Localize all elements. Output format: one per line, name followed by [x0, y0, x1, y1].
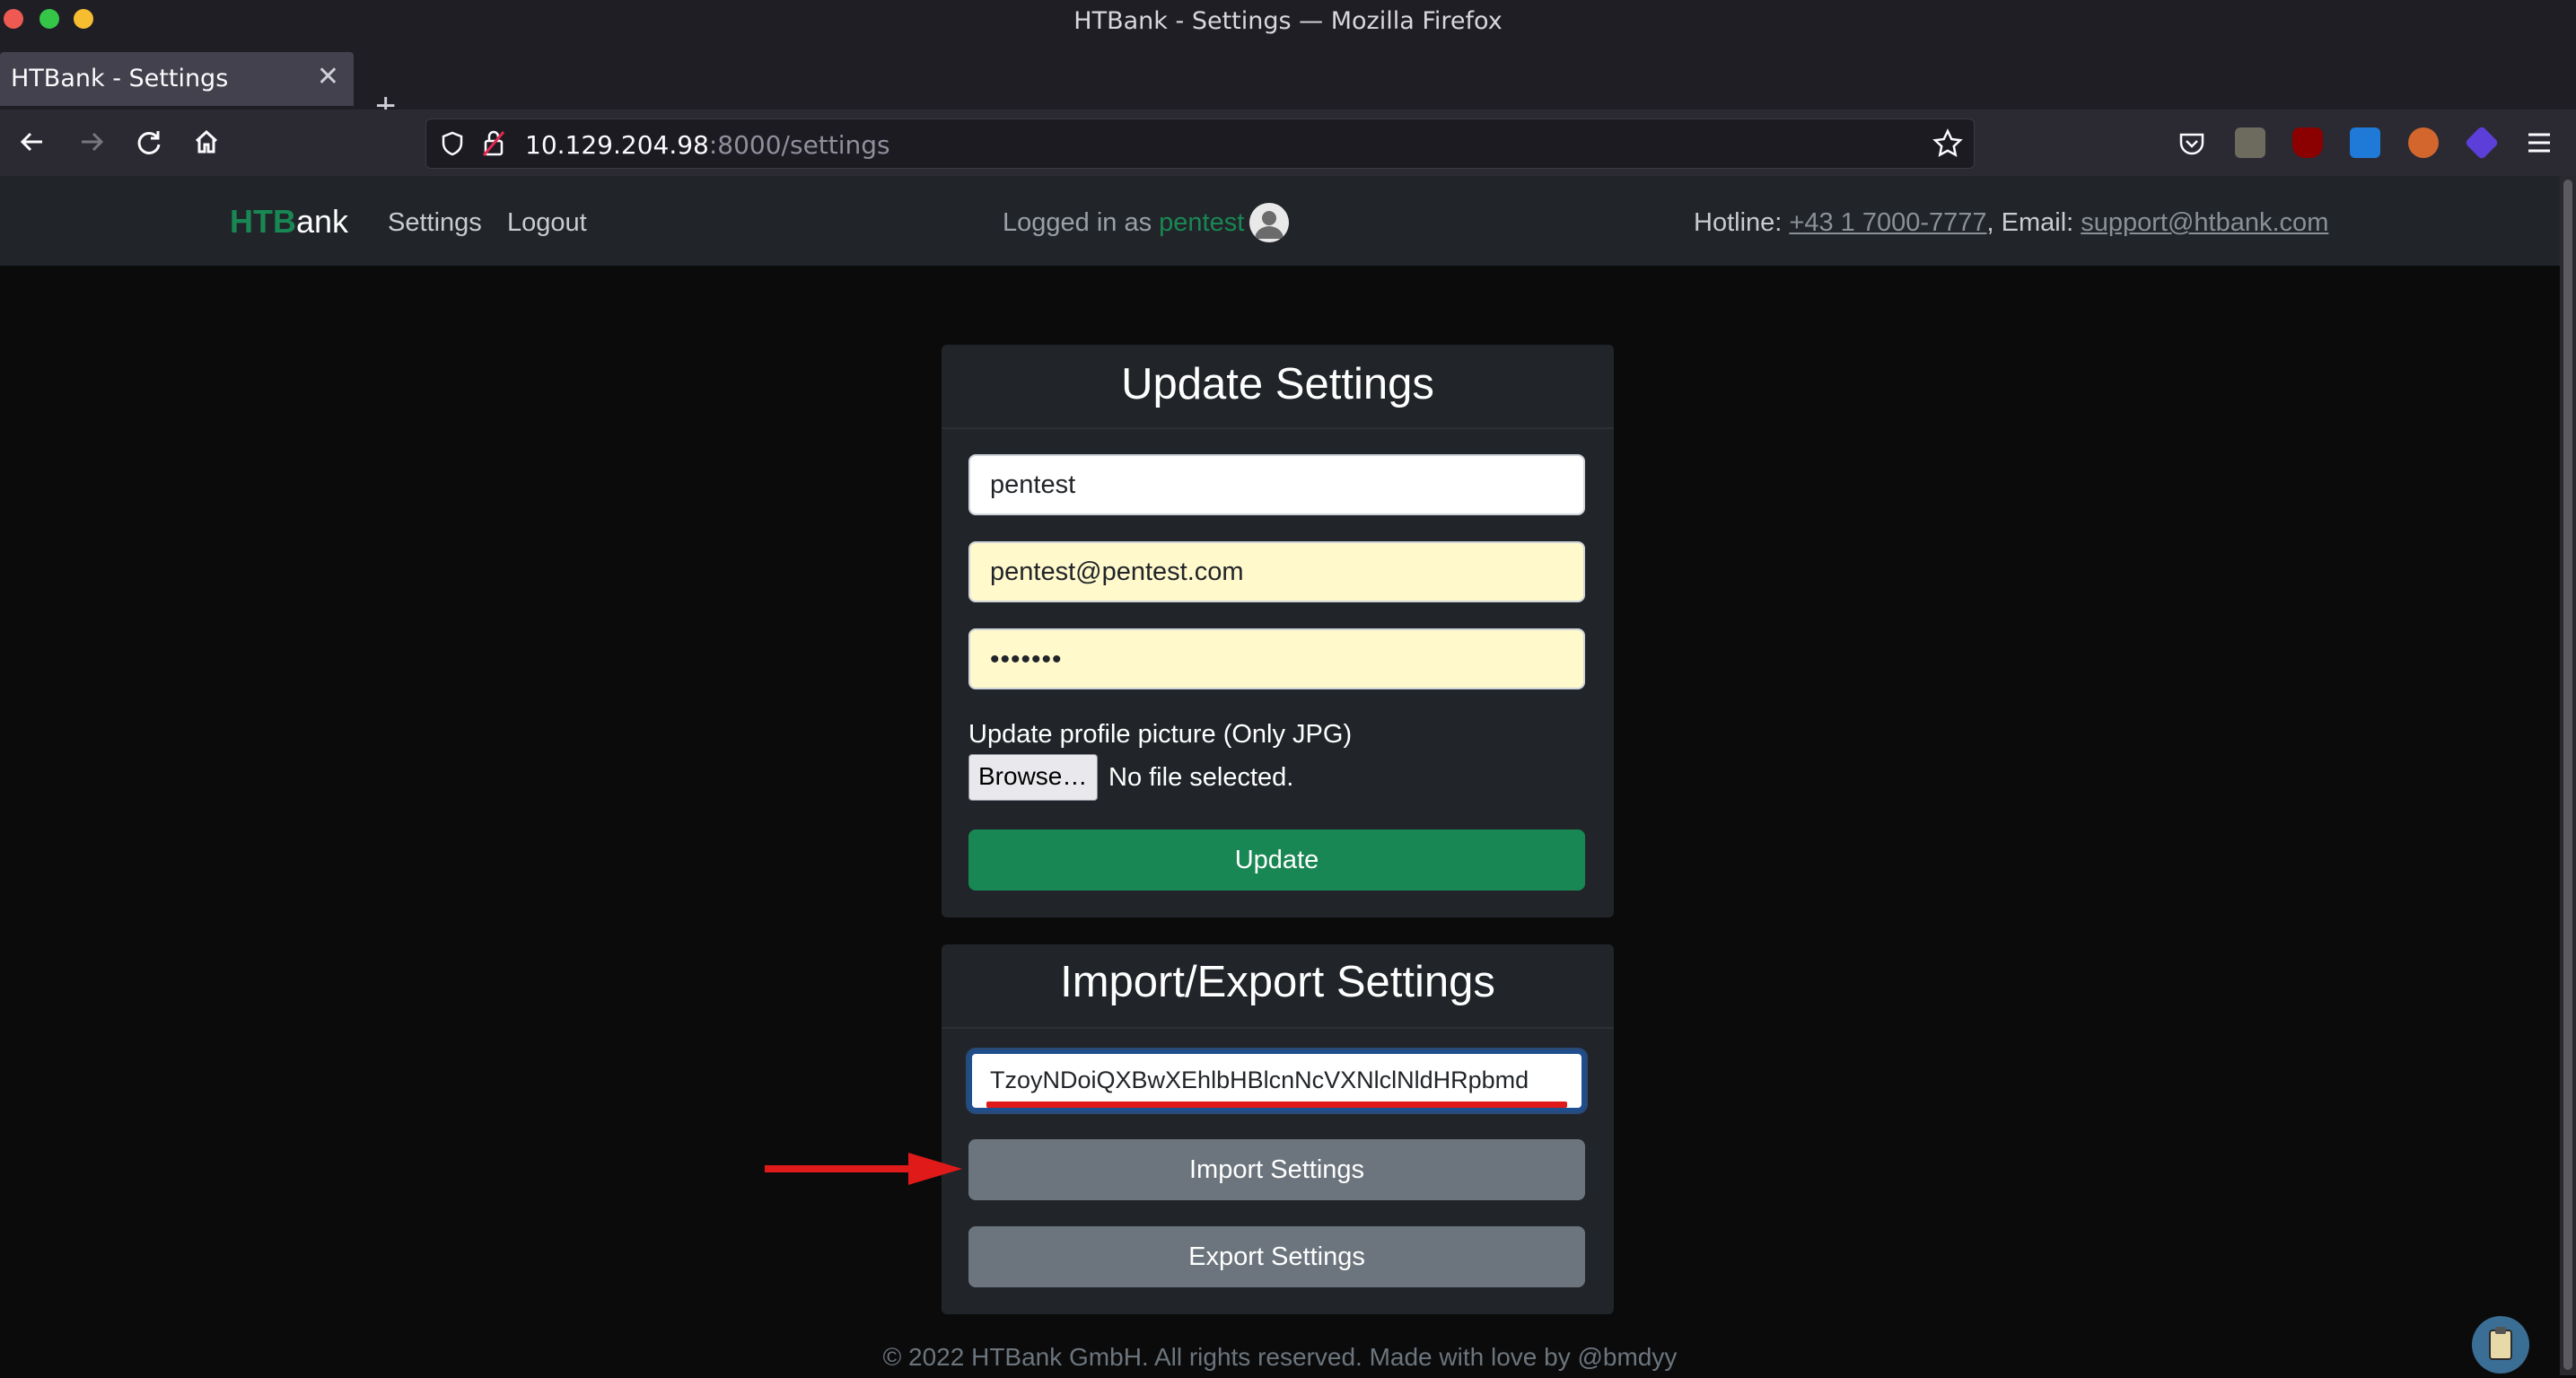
page-scrollbar[interactable]	[2560, 176, 2576, 1375]
user-avatar-icon	[1249, 203, 1289, 242]
browse-file-button[interactable]: Browse…	[968, 754, 1098, 801]
extension-s-icon[interactable]	[2350, 127, 2380, 158]
username-input[interactable]: pentest	[968, 454, 1585, 515]
forward-arrow-icon	[82, 132, 104, 152]
nav-settings-link[interactable]: Settings	[388, 208, 482, 238]
brand-logo[interactable]: HTBank	[230, 203, 348, 241]
tab-strip: HTBank - Settings ✕ +	[0, 39, 2576, 124]
tab-title: HTBank - Settings	[11, 65, 229, 92]
import-export-title: Import/Export Settings	[1060, 958, 1495, 1006]
contact-info: Hotline: +43 1 7000-7777, Email: support…	[1694, 208, 2328, 238]
password-input[interactable]: •••••••	[968, 628, 1585, 689]
card-divider	[942, 427, 1614, 429]
red-arrow-annotation	[765, 1153, 962, 1185]
email-label: , Email:	[1986, 208, 2074, 237]
window-titlebar: HTBank - Settings — Mozilla Firefox	[0, 0, 2576, 39]
reload-button[interactable]	[129, 122, 169, 162]
bookmark-star-icon[interactable]	[1932, 128, 1963, 159]
ublock-origin-icon[interactable]	[2292, 127, 2323, 158]
hotline-link[interactable]: +43 1 7000-7777	[1789, 208, 1986, 237]
reload-icon	[137, 131, 161, 154]
home-icon	[195, 129, 218, 154]
profile-picture-label: Update profile picture (Only JPG)	[968, 720, 1353, 749]
page-footer: © 2022 HTBank GmbH. All rights reserved.…	[882, 1343, 1678, 1371]
card-divider	[942, 1027, 1614, 1029]
logged-in-prefix: Logged in as	[1003, 208, 1152, 237]
nav-logout-link[interactable]: Logout	[507, 208, 587, 238]
browser-tab[interactable]: HTBank - Settings ✕	[0, 52, 354, 106]
update-settings-title: Update Settings	[1121, 360, 1434, 408]
brand-htb: HTB	[230, 203, 296, 240]
update-settings-card: Update Settings pentest pentest@pentest.…	[942, 345, 1614, 917]
back-button[interactable]	[13, 122, 52, 162]
no-file-selected-text: No file selected.	[1108, 763, 1294, 792]
brand-ank: ank	[296, 203, 349, 240]
tab-close-icon[interactable]: ✕	[317, 61, 339, 92]
forward-button[interactable]	[72, 122, 111, 162]
scrollbar-thumb[interactable]	[2563, 180, 2572, 1370]
logged-in-status: Logged in as pentest	[1003, 208, 1244, 238]
url-host: 10.129.204.98	[525, 130, 709, 160]
menu-hamburger-icon[interactable]	[2526, 131, 2553, 154]
import-export-card: Import/Export Settings TzoyNDoiQXBwXEhlb…	[942, 944, 1614, 1314]
extension-diamond-icon[interactable]	[2464, 125, 2500, 161]
email-input[interactable]: pentest@pentest.com	[968, 541, 1585, 602]
insecure-lock-icon[interactable]	[480, 128, 507, 159]
support-email-link[interactable]: support@htbank.com	[2081, 208, 2328, 237]
browser-toolbar: 10.129.204.98:8000/settings	[0, 110, 2576, 176]
url-text[interactable]: 10.129.204.98:8000/settings	[525, 130, 890, 160]
extension-fox-icon[interactable]	[2408, 127, 2439, 158]
home-button[interactable]	[187, 122, 226, 162]
extension-cookie-icon[interactable]	[2235, 127, 2265, 158]
import-settings-button[interactable]: Import Settings	[968, 1139, 1585, 1200]
export-settings-button[interactable]: Export Settings	[968, 1226, 1585, 1287]
pocket-icon[interactable]	[2177, 129, 2206, 158]
address-bar[interactable]: 10.129.204.98:8000/settings	[425, 118, 1975, 169]
window-title: HTBank - Settings — Mozilla Firefox	[1073, 7, 1503, 35]
clipboard-icon[interactable]	[2472, 1316, 2529, 1374]
hotline-label: Hotline:	[1694, 208, 1783, 237]
logged-in-username: pentest	[1159, 208, 1245, 237]
update-button[interactable]: Update	[968, 829, 1585, 891]
shield-icon[interactable]	[439, 130, 466, 157]
red-underline-annotation	[986, 1102, 1567, 1108]
url-path: :8000/settings	[708, 130, 890, 160]
back-arrow-icon	[20, 132, 42, 152]
site-navbar: HTBank Settings Logout Logged in as pent…	[0, 176, 2560, 266]
